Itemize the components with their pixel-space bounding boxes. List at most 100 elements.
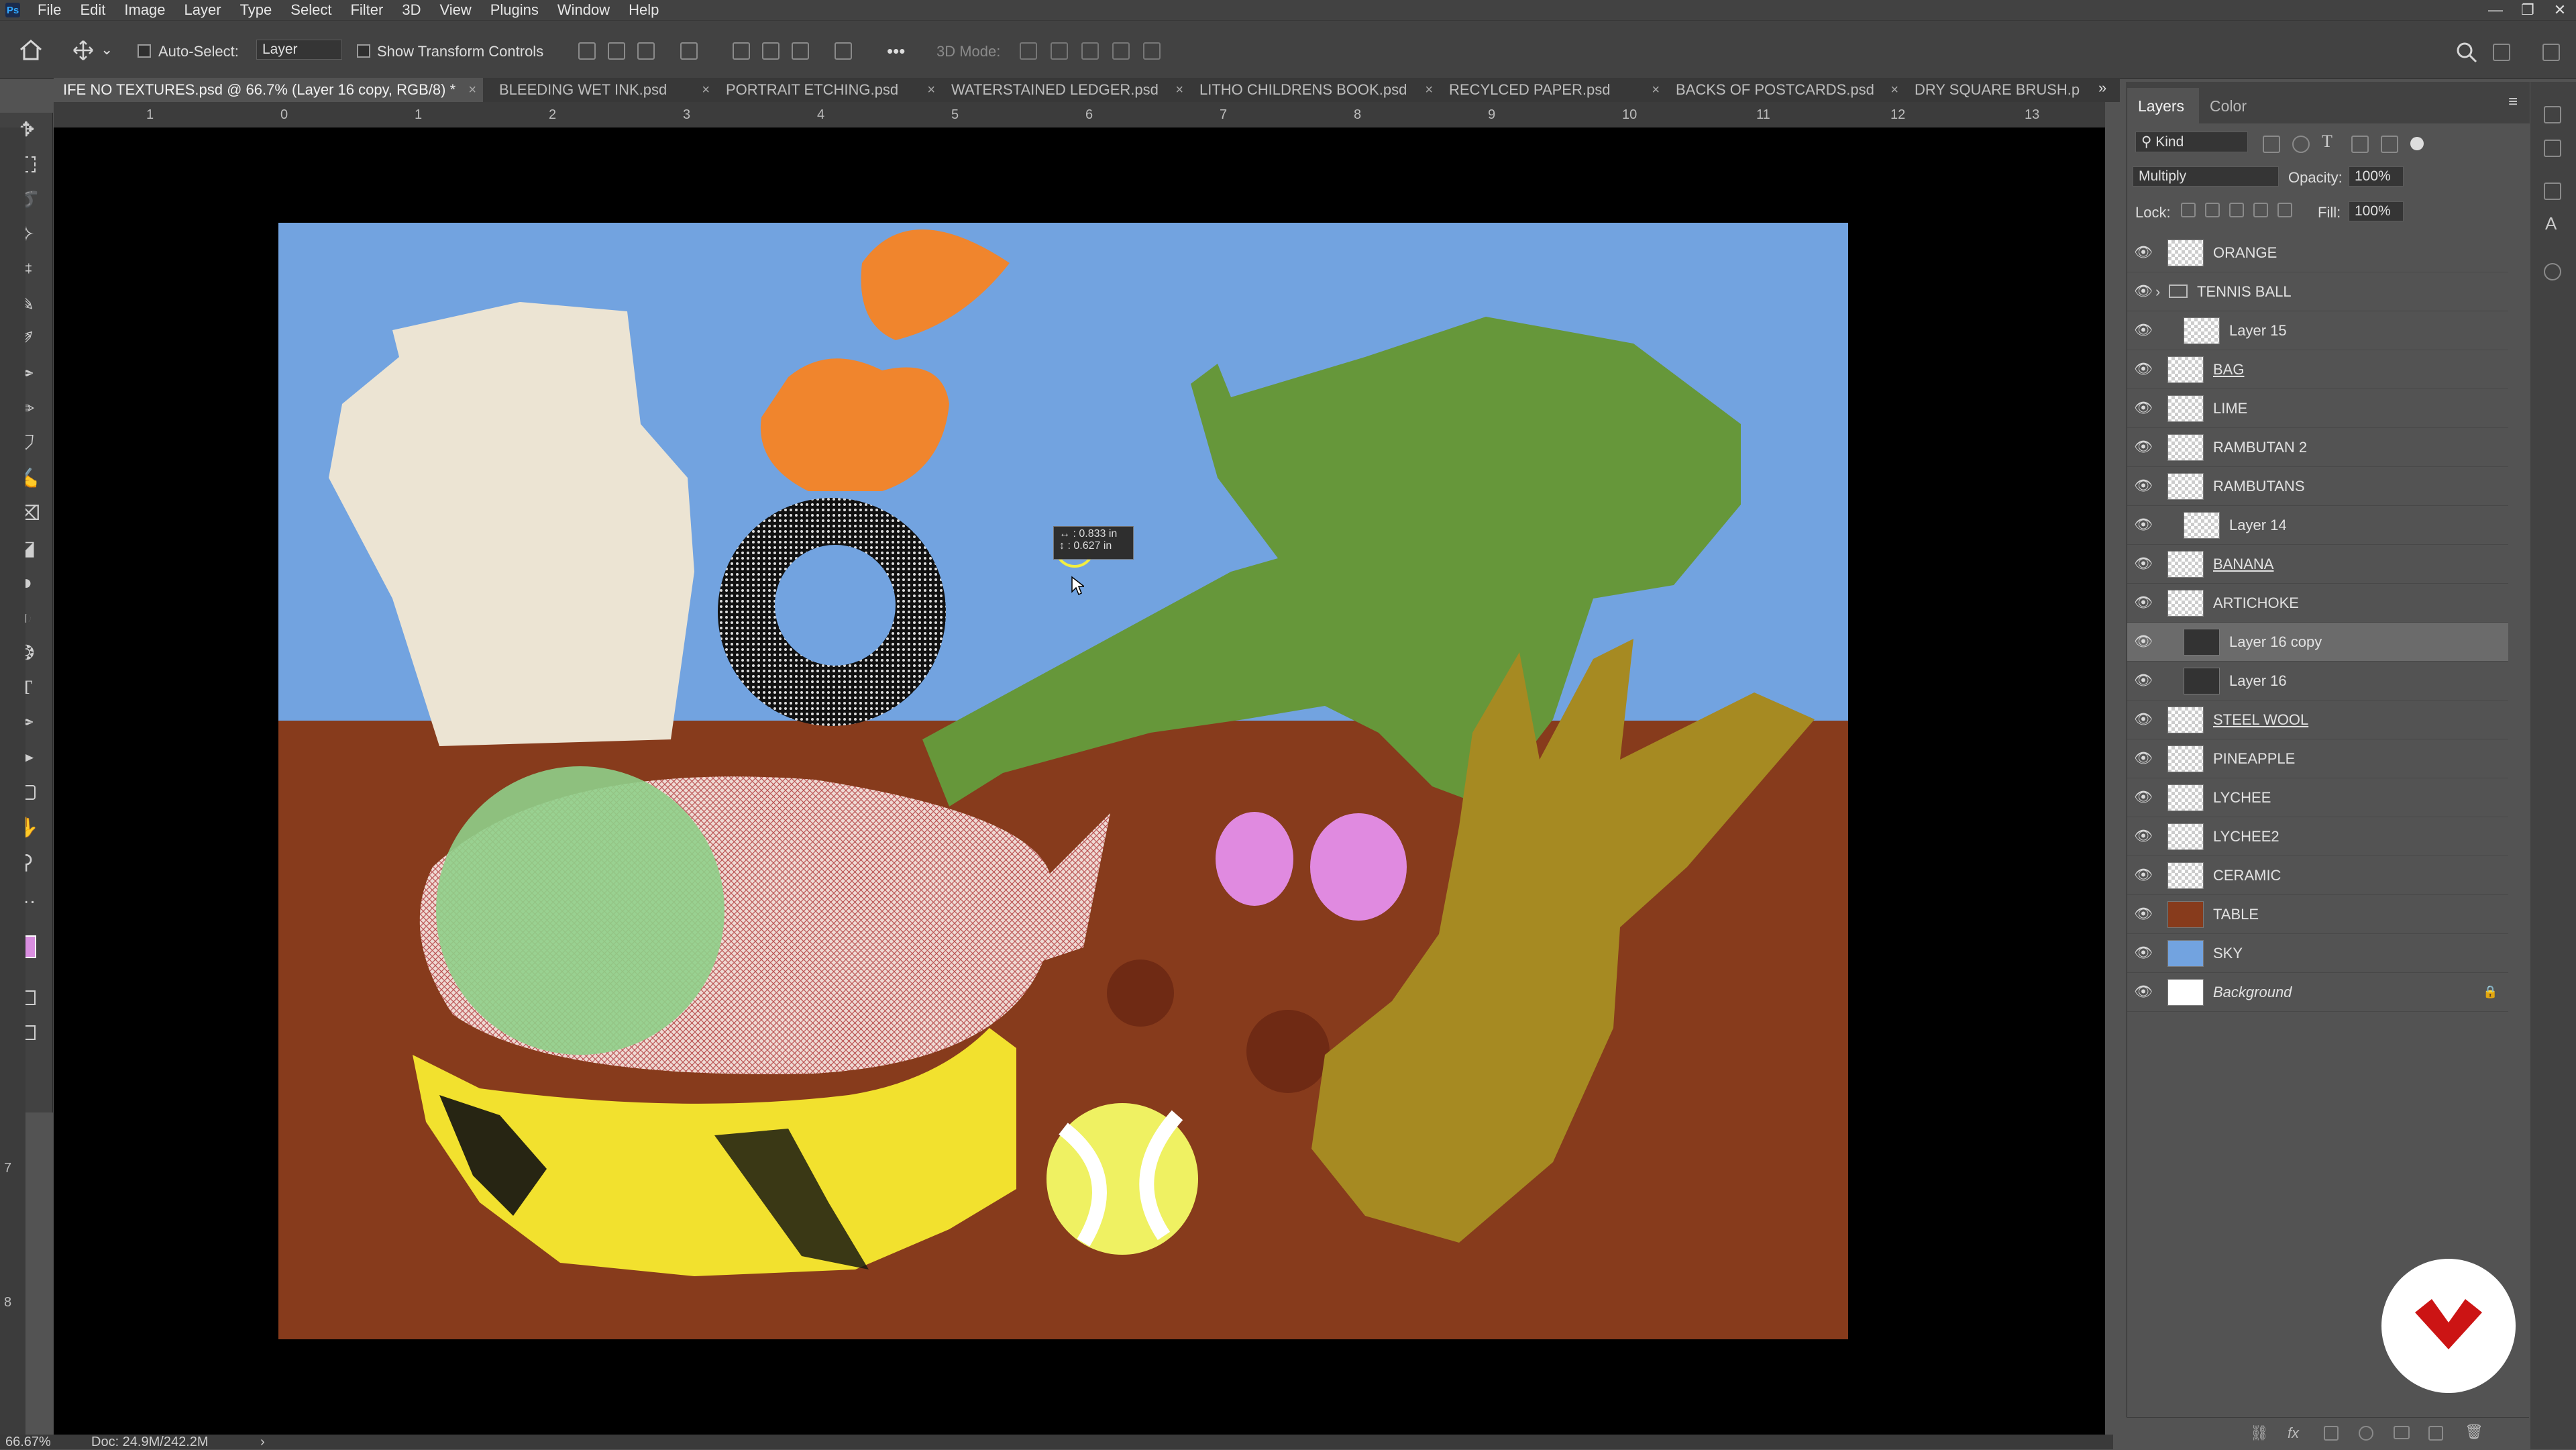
menu-image[interactable]: Image <box>115 0 174 20</box>
align-top-icon[interactable] <box>733 42 750 60</box>
layer-row[interactable]: 👁 Layer 15 <box>2127 311 2508 350</box>
restore-button[interactable]: ❐ <box>2512 0 2544 20</box>
visibility-eye-icon[interactable]: 👁 <box>2134 595 2153 610</box>
close-window-button[interactable]: ✕ <box>2544 0 2576 20</box>
auto-select-dropdown[interactable]: Layer <box>256 40 342 60</box>
layer-row-selected[interactable]: 👁 Layer 16 copy <box>2127 623 2508 662</box>
menu-layer[interactable]: Layer <box>175 0 231 20</box>
opacity-field[interactable]: 100% <box>2349 166 2404 187</box>
orbit-3d-icon[interactable] <box>1020 42 1037 60</box>
new-group-icon[interactable] <box>2394 1426 2410 1439</box>
brushes-panel-icon[interactable] <box>2544 183 2561 200</box>
distribute-horizontal-icon[interactable] <box>835 42 852 60</box>
layer-row[interactable]: 👁 RAMBUTAN 2 <box>2127 428 2508 467</box>
swatches-panel-icon[interactable] <box>2544 140 2561 157</box>
menu-file[interactable]: File <box>28 0 70 20</box>
layer-row[interactable]: 👁 BAG <box>2127 350 2508 389</box>
visibility-eye-icon[interactable]: 👁 <box>2134 984 2153 999</box>
visibility-eye-icon[interactable]: 👁 <box>2134 439 2153 454</box>
artwork-canvas[interactable] <box>278 223 1848 1339</box>
menu-view[interactable]: View <box>430 0 480 20</box>
tab-document[interactable]: WATERSTAINED LEDGER.psd × <box>942 78 1190 102</box>
lock-artboard-icon[interactable] <box>2253 203 2268 217</box>
menu-select[interactable]: Select <box>281 0 341 20</box>
filter-kind-dropdown[interactable]: ⚲ Kind <box>2135 132 2248 152</box>
tab-document[interactable]: PORTRAIT ETCHING.psd × <box>716 78 942 102</box>
menu-filter[interactable]: Filter <box>341 0 392 20</box>
tab-document[interactable]: BACKS OF POSTCARDS.psd × <box>1666 78 1905 102</box>
align-bottom-icon[interactable] <box>792 42 809 60</box>
distribute-vertical-icon[interactable] <box>680 42 698 60</box>
trash-icon[interactable]: 🗑 <box>2465 1423 2483 1441</box>
layer-row[interactable]: 👁 STEEL WOOL <box>2127 701 2508 739</box>
photoshop-logo-icon[interactable]: Ps <box>5 3 20 17</box>
zoom-level[interactable]: 66.67% <box>5 1435 51 1449</box>
layer-row[interactable]: 👁 LIME <box>2127 389 2508 428</box>
chevron-right-icon[interactable]: › <box>2155 283 2160 301</box>
auto-select-checkbox[interactable] <box>138 44 151 58</box>
visibility-eye-icon[interactable]: 👁 <box>2134 673 2153 688</box>
history-panel-icon[interactable] <box>2544 263 2561 280</box>
tab-document[interactable]: LITHO CHILDRENS BOOK.psd × <box>1190 78 1440 102</box>
add-mask-icon[interactable] <box>2324 1426 2339 1441</box>
close-icon[interactable]: × <box>468 78 476 102</box>
fx-icon[interactable]: fx <box>2288 1425 2299 1442</box>
visibility-eye-icon[interactable]: 👁 <box>2134 284 2153 299</box>
tab-document[interactable]: IFE NO TEXTURES.psd @ 66.7% (Layer 16 co… <box>54 78 483 102</box>
lock-position-icon[interactable] <box>2229 203 2244 217</box>
show-transform-checkbox[interactable] <box>357 44 370 58</box>
layer-row[interactable]: 👁 ARTICHOKE <box>2127 584 2508 623</box>
tab-document[interactable]: BLEEDING WET INK.psd × <box>490 78 716 102</box>
tabs-overflow-icon[interactable]: » <box>2098 79 2106 97</box>
visibility-eye-icon[interactable]: 👁 <box>2134 712 2153 727</box>
align-left-icon[interactable] <box>578 42 596 60</box>
menu-help[interactable]: Help <box>619 0 668 20</box>
visibility-eye-icon[interactable]: 👁 <box>2134 829 2153 843</box>
chevron-down-icon[interactable]: ⌄ <box>101 41 113 58</box>
visibility-eye-icon[interactable]: 👁 <box>2134 790 2153 805</box>
adjustment-layer-icon[interactable] <box>2359 1426 2373 1441</box>
pan-3d-icon[interactable] <box>1081 42 1099 60</box>
tab-document[interactable]: DRY SQUARE BRUSH.p <box>1905 78 2106 102</box>
fill-field[interactable]: 100% <box>2349 201 2404 221</box>
visibility-eye-icon[interactable]: 👁 <box>2134 634 2153 649</box>
visibility-eye-icon[interactable]: 👁 <box>2134 362 2153 376</box>
layer-row[interactable]: 👁 Background 🔒 <box>2127 973 2508 1012</box>
visibility-eye-icon[interactable]: 👁 <box>2134 478 2153 493</box>
menu-type[interactable]: Type <box>231 0 282 20</box>
camera-3d-icon[interactable] <box>1143 42 1161 60</box>
color-panel-icon[interactable] <box>2544 106 2561 123</box>
layer-row[interactable]: 👁 PINEAPPLE <box>2127 739 2508 778</box>
lock-pixels-icon[interactable] <box>2205 203 2220 217</box>
share-icon[interactable] <box>2542 44 2560 61</box>
layer-row[interactable]: 👁 LYCHEE2 <box>2127 817 2508 856</box>
layer-row[interactable]: 👁 Layer 14 <box>2127 506 2508 545</box>
panel-menu-icon[interactable]: ≡ <box>2508 93 2518 111</box>
layer-row[interactable]: 👁 ORANGE <box>2127 234 2508 272</box>
close-icon[interactable]: × <box>1652 78 1660 102</box>
move-tool-icon[interactable] <box>72 40 94 61</box>
new-layer-icon[interactable] <box>2428 1426 2443 1441</box>
tab-layers[interactable]: Layers <box>2127 88 2200 123</box>
visibility-eye-icon[interactable]: 👁 <box>2134 323 2153 338</box>
layer-row[interactable]: 👁 BANANA <box>2127 545 2508 584</box>
visibility-eye-icon[interactable]: 👁 <box>2134 245 2153 260</box>
visibility-eye-icon[interactable]: 👁 <box>2134 868 2153 882</box>
home-icon[interactable] <box>19 38 43 61</box>
tab-color[interactable]: Color <box>2199 97 2261 123</box>
link-layers-icon[interactable]: ⛓ <box>2250 1425 2269 1442</box>
document-workspace[interactable]: ↔ : 0.833 in ↕ : 0.627 in <box>54 127 2105 1435</box>
filter-smart-object-icon[interactable] <box>2381 136 2398 153</box>
close-icon[interactable]: × <box>1175 78 1183 102</box>
align-center-icon[interactable] <box>608 42 625 60</box>
visibility-eye-icon[interactable]: 👁 <box>2134 556 2153 571</box>
menu-plugins[interactable]: Plugins <box>481 0 548 20</box>
menu-3d[interactable]: 3D <box>392 0 430 20</box>
layer-row[interactable]: 👁 RAMBUTANS <box>2127 467 2508 506</box>
filter-toggle-icon[interactable] <box>2410 137 2424 150</box>
visibility-eye-icon[interactable]: 👁 <box>2134 751 2153 766</box>
layer-group-row[interactable]: 👁 › TENNIS BALL <box>2127 272 2508 311</box>
roll-3d-icon[interactable] <box>1051 42 1068 60</box>
layer-row[interactable]: 👁 TABLE <box>2127 895 2508 934</box>
lock-all-icon[interactable] <box>2277 203 2292 217</box>
